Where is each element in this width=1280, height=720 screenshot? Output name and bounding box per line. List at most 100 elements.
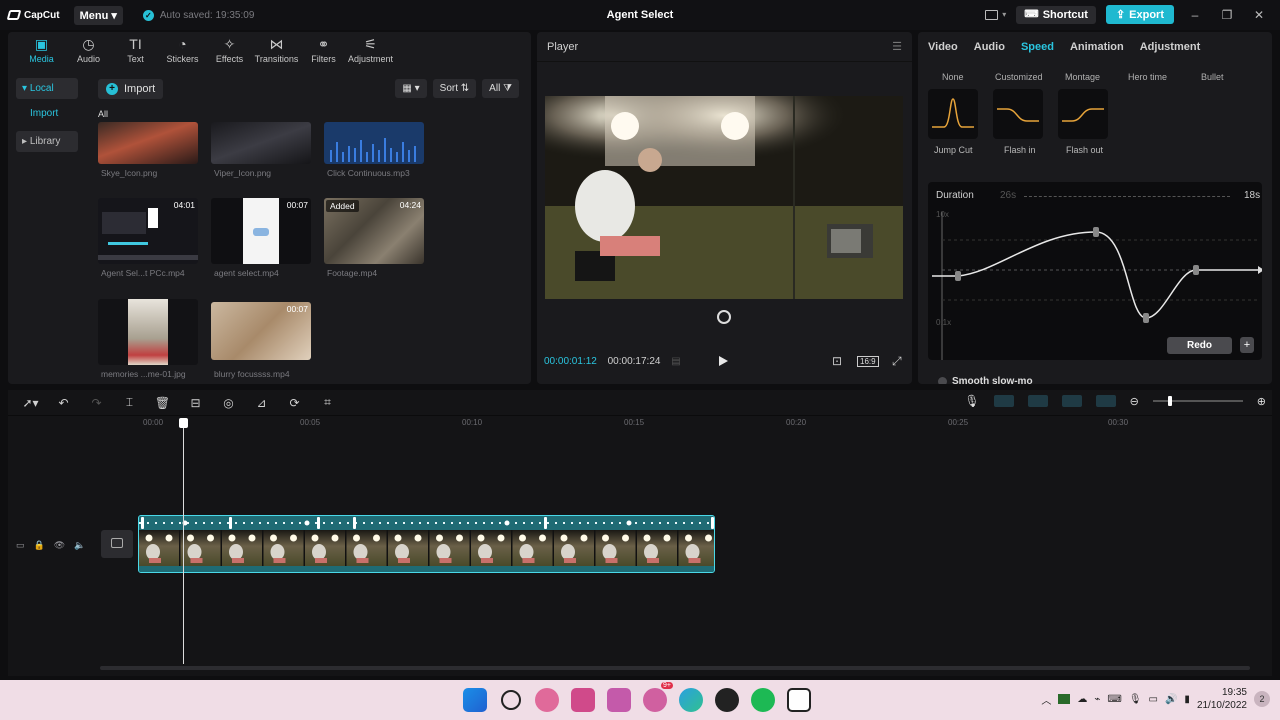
app-icon-pink[interactable] — [535, 688, 559, 712]
capcut-taskbar-icon[interactable] — [787, 688, 811, 712]
media-item[interactable]: 04:01 — [98, 198, 198, 264]
ai-app-icon[interactable] — [607, 688, 631, 712]
close-icon[interactable]: ✕ — [1248, 8, 1270, 22]
microphone-tray-icon[interactable]: 🎙 — [1129, 694, 1142, 705]
select-tool-icon[interactable]: ➚▾ — [14, 396, 47, 410]
media-item[interactable] — [98, 122, 198, 164]
fullscreen-icon[interactable]: ⤢ — [892, 354, 902, 369]
freeze-icon[interactable]: ⊟ — [179, 396, 212, 410]
preset-hero-time[interactable]: Hero time — [1128, 72, 1167, 82]
cloud-icon[interactable]: ☁ — [1077, 694, 1087, 705]
windows-start-icon[interactable] — [463, 688, 487, 712]
aspect-ratio-button[interactable]: 16:9 — [857, 356, 879, 367]
tab-audio[interactable]: ◷ Audio — [65, 36, 112, 66]
tab-speed[interactable]: Speed — [1021, 41, 1054, 53]
volume-icon[interactable]: 🔊 — [1165, 694, 1177, 705]
tab-text[interactable]: TI Text — [112, 36, 159, 66]
preset-card-flash-in[interactable] — [993, 89, 1043, 139]
zoom-slider[interactable] — [1152, 396, 1243, 406]
spotify-icon[interactable] — [751, 688, 775, 712]
view-toggle-button[interactable]: ▦ ▾ — [395, 79, 427, 98]
keyboard-tray-icon[interactable]: ⌨ — [1107, 694, 1121, 705]
chevron-up-icon[interactable]: ︿ — [1041, 692, 1051, 707]
fit-icon[interactable]: ⊡ — [832, 354, 842, 368]
display-icon[interactable]: ▭ — [1149, 694, 1158, 705]
clock[interactable]: 19:35 21/10/2022 — [1197, 686, 1247, 712]
playhead[interactable] — [183, 418, 184, 664]
tab-animation[interactable]: Animation — [1070, 41, 1124, 53]
menu-button[interactable]: Menu ▾ — [73, 5, 123, 25]
add-point-button[interactable]: + — [1240, 337, 1254, 353]
smooth-slow-mo-toggle[interactable]: Smooth slow-mo — [938, 376, 1033, 384]
playhead-handle[interactable] — [179, 418, 188, 428]
media-item[interactable]: Added 04:24 — [324, 198, 424, 264]
preset-card-jump-cut[interactable] — [928, 89, 978, 139]
video-preview[interactable] — [545, 96, 903, 299]
rotate-icon[interactable] — [717, 310, 731, 324]
mirror-icon[interactable]: ⊿ — [245, 396, 278, 410]
media-item[interactable] — [98, 299, 198, 365]
sort-button[interactable]: Sort ⇅ — [432, 79, 477, 98]
preset-montage[interactable]: Montage — [1065, 72, 1100, 82]
track-video-icon[interactable]: ▭ — [16, 540, 25, 551]
layout-button[interactable]: ▾ — [985, 9, 1006, 20]
tab-audio[interactable]: Audio — [974, 41, 1005, 53]
shortcut-button[interactable]: ⌨ Shortcut — [1016, 5, 1096, 24]
tab-stickers[interactable]: ◔ Stickers — [159, 36, 206, 66]
tab-filters[interactable]: ⚭ Filters — [300, 36, 347, 66]
search-icon[interactable] — [501, 690, 521, 710]
media-item[interactable] — [324, 122, 424, 164]
tab-effects[interactable]: ✧ Effects — [206, 36, 253, 66]
notification-badge[interactable]: 2 — [1254, 691, 1270, 707]
app-icon-v[interactable] — [571, 688, 595, 712]
undo-icon[interactable]: ↶ — [47, 396, 80, 410]
tab-video[interactable]: Video — [928, 41, 958, 53]
nvidia-icon[interactable] — [1058, 694, 1071, 704]
preset-bullet[interactable]: Bullet — [1201, 72, 1224, 82]
battery-icon[interactable]: ▮ — [1184, 694, 1190, 705]
import-button[interactable]: + Import — [98, 79, 164, 99]
redo-button[interactable]: Redo — [1167, 337, 1232, 354]
tray-app-icon[interactable]: ⌁ — [1094, 694, 1100, 705]
microphone-icon[interactable]: 🎙 — [964, 394, 979, 408]
magnet-icon[interactable] — [1027, 395, 1048, 407]
split-icon[interactable]: ⌶ — [113, 395, 146, 410]
zoom-out-icon[interactable]: ⊖ — [1130, 395, 1139, 408]
tab-media[interactable]: ▣ Media — [18, 36, 65, 66]
sidebar-item-local[interactable]: ▾ Local — [16, 78, 78, 99]
sidebar-item-library[interactable]: ▸ Library — [16, 131, 78, 152]
game-app-icon[interactable] — [715, 688, 739, 712]
preset-customized[interactable]: Customized — [995, 72, 1043, 82]
link-toggle-icon[interactable] — [993, 395, 1014, 407]
preview-axis-icon[interactable] — [1095, 395, 1116, 407]
lock-icon[interactable]: 🔒 — [34, 540, 45, 551]
time-ruler[interactable]: 00:00 00:05 00:10 00:15 00:20 00:25 00:3… — [8, 416, 1272, 430]
filter-button[interactable]: All ⧩ — [482, 79, 519, 98]
zoom-in-icon[interactable]: ⊕ — [1257, 395, 1266, 408]
crop-icon[interactable]: ⌗ — [311, 395, 344, 410]
play-icon[interactable] — [719, 356, 728, 366]
cover-button[interactable] — [101, 530, 133, 558]
eye-icon[interactable]: 👁 — [54, 540, 65, 551]
redo-icon[interactable]: ↷ — [80, 396, 113, 410]
tab-adjustment[interactable]: ⚟ Adjustment — [347, 36, 394, 66]
reverse-icon[interactable]: ◎ — [212, 396, 245, 410]
video-clip[interactable] — [138, 515, 715, 573]
speed-curve-editor[interactable]: Duration 26s 18s 10x 0.1x Redo + — [928, 182, 1262, 360]
export-button[interactable]: ⇪ Export — [1105, 5, 1174, 24]
media-item[interactable]: 00:07 — [211, 198, 311, 264]
zoom-handle[interactable] — [1167, 396, 1172, 406]
sidebar-item-import[interactable]: Import — [16, 108, 78, 119]
media-item[interactable] — [211, 122, 311, 164]
edge-icon[interactable] — [679, 688, 703, 712]
restore-icon[interactable]: ❐ — [1216, 8, 1238, 22]
timeline-scrollbar[interactable] — [100, 666, 1250, 670]
player-menu-icon[interactable]: ☰ — [892, 40, 902, 53]
delete-icon[interactable]: 🗑 — [146, 396, 179, 410]
preset-card-flash-out[interactable] — [1058, 89, 1108, 139]
mute-icon[interactable]: 🔈 — [74, 540, 85, 551]
linkage-icon[interactable] — [1061, 395, 1082, 407]
rotate-clip-icon[interactable]: ⟳ — [278, 396, 311, 410]
minimize-icon[interactable]: – — [1184, 8, 1206, 22]
tab-adjustment[interactable]: Adjustment — [1140, 41, 1201, 53]
